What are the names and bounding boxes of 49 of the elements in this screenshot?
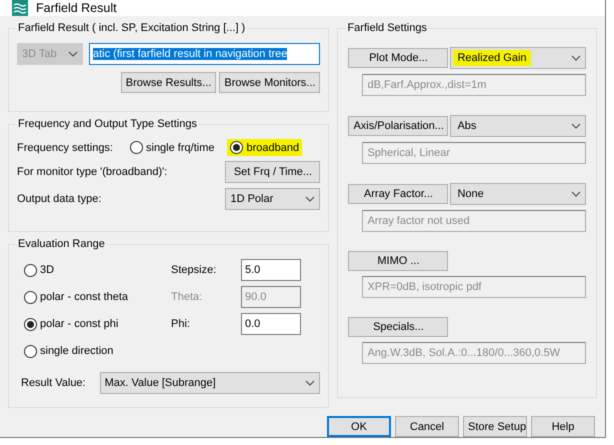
- group-legend: Farfield Settings: [345, 22, 429, 34]
- summary-field: Spherical, Linear: [362, 142, 586, 164]
- group-legend: Farfield Result ( incl. SP, Excitation String [...] ): [16, 22, 248, 34]
- field-label: Stepsize:: [171, 264, 218, 276]
- chevron-down-icon: [68, 51, 78, 57]
- group-legend: Frequency and Output Type Settings: [16, 118, 199, 130]
- dialog-button[interactable]: OK: [327, 416, 391, 437]
- summary-field: Array factor not used: [362, 210, 586, 232]
- chevron-down-icon: [571, 55, 581, 61]
- radio-button[interactable]: 3D: [21, 262, 171, 278]
- result-value-select[interactable]: Max. Value [Subrange]: [100, 372, 320, 394]
- radio-button[interactable]: single frq/time: [127, 139, 218, 156]
- radio-button[interactable]: single direction: [21, 342, 171, 360]
- number-field[interactable]: 0.0: [241, 313, 301, 335]
- dialog-button[interactable]: Store Setup: [463, 416, 527, 437]
- field-label: Theta:: [171, 291, 204, 303]
- radio-button[interactable]: polar - const phi: [21, 316, 171, 332]
- field-label: Result Value:: [21, 377, 86, 389]
- mode-select[interactable]: None: [450, 183, 586, 205]
- window-title: Farfield Result: [36, 1, 117, 15]
- radio-button[interactable]: polar - const theta: [21, 288, 171, 306]
- browse-button[interactable]: Browse Results...: [120, 72, 216, 93]
- settings-button[interactable]: Plot Mode...: [348, 48, 448, 68]
- mode-select[interactable]: Abs: [450, 115, 586, 137]
- field-label: Frequency settings:: [17, 142, 114, 154]
- browse-button[interactable]: Browse Monitors...: [219, 72, 320, 93]
- settings-button[interactable]: MIMO ...: [348, 251, 448, 271]
- set-frequency-button[interactable]: Set Frq / Time...: [225, 161, 320, 183]
- field-label: Output data type:: [17, 193, 102, 205]
- settings-button[interactable]: Specials...: [348, 317, 448, 337]
- chevron-down-icon: [571, 191, 581, 197]
- chevron-down-icon: [305, 196, 316, 202]
- chevron-down-icon: [305, 380, 316, 386]
- result-field[interactable]: atic (first farfield result in navigation tree: [89, 43, 320, 65]
- summary-field: Ang.W.3dB, Sol.A.:0...180/0...360,0.5W: [362, 342, 586, 364]
- summary-field: XPR=0dB, isotropic pdf: [362, 276, 586, 298]
- summary-field: dB,Farf.Approx.,dist=1m: [362, 74, 586, 96]
- settings-button[interactable]: Array Factor...: [348, 184, 448, 204]
- group-legend: Evaluation Range: [16, 238, 107, 250]
- radio-button[interactable]: broadband: [227, 139, 302, 156]
- dialog-button[interactable]: Help: [531, 416, 595, 437]
- number-field[interactable]: 5.0: [241, 259, 301, 281]
- field-label: For monitor type '(broadband)':: [17, 166, 168, 178]
- field-label: Phi:: [171, 318, 191, 330]
- settings-button[interactable]: Axis/Polarisation...: [348, 116, 448, 136]
- output-type-select[interactable]: 1D Polar: [225, 188, 320, 210]
- mode-select[interactable]: Realized Gain: [450, 47, 586, 69]
- chevron-down-icon: [571, 123, 581, 129]
- dialog-button[interactable]: Cancel: [395, 416, 459, 437]
